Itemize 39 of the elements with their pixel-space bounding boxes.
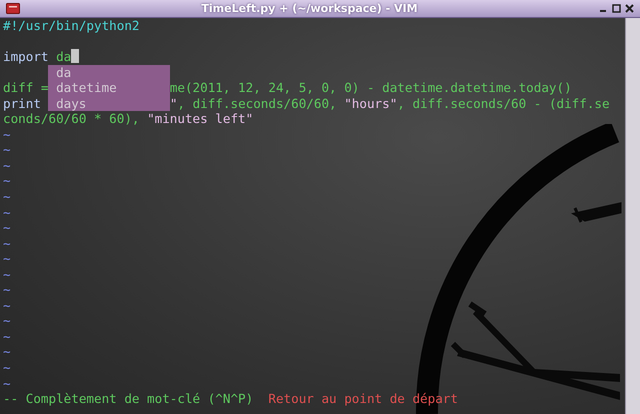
empty-line-marker: ~ (3, 298, 11, 313)
status-message: Retour au point de départ (268, 391, 458, 406)
empty-line-marker: ~ (3, 204, 11, 220)
completion-item[interactable]: datetime (48, 80, 170, 96)
empty-line-marker: ~ (3, 158, 11, 173)
empty-line-marker: ~ (3, 313, 11, 328)
shebang-text: #!/usr/bin/python2 (3, 18, 140, 33)
code-text: da (55, 49, 72, 64)
close-icon[interactable] (625, 4, 634, 13)
code-text: , diff.seconds/60 - (diff.se (397, 96, 610, 111)
code-text: me(2011, 12, 24, 5, 0, 0) - datetime.datetime.today() (170, 80, 572, 96)
keyword-text: print (3, 96, 41, 111)
empty-line-marker: ~ (3, 282, 11, 298)
completion-item[interactable]: da (48, 64, 170, 80)
empty-line-marker: ~ (3, 236, 11, 251)
string-text: "hours" (344, 96, 398, 111)
scrollbar[interactable] (625, 18, 640, 414)
completion-item[interactable]: days (48, 96, 170, 112)
empty-line-marker: ~ (3, 266, 11, 282)
string-text: " (170, 96, 178, 111)
string-text: "minutes left" (147, 111, 254, 126)
empty-line-marker: ~ (3, 142, 11, 158)
code-text: conds/60/60 * 60), (3, 111, 140, 126)
code-text: , diff.seconds/60/60, (177, 96, 338, 111)
empty-line-marker: ~ (3, 376, 11, 391)
empty-line-marker: ~ (3, 189, 11, 204)
window-title: TimeLeft.py + (~/workspace) - VIM (200, 2, 419, 15)
empty-line-marker: ~ (3, 360, 11, 376)
empty-line-marker: ~ (3, 126, 11, 142)
empty-line-marker: ~ (3, 220, 11, 236)
code-text: diff = (3, 80, 48, 96)
maximize-icon[interactable] (612, 4, 621, 13)
app-icon (6, 3, 20, 14)
mode-message: -- Complètement de mot-clé (^N^P) (3, 391, 254, 406)
empty-line-marker: ~ (3, 173, 11, 188)
empty-line-marker: ~ (3, 344, 11, 360)
empty-line-marker: ~ (3, 328, 11, 344)
empty-line-marker: ~ (3, 251, 11, 266)
keyword-text: import (3, 49, 48, 64)
